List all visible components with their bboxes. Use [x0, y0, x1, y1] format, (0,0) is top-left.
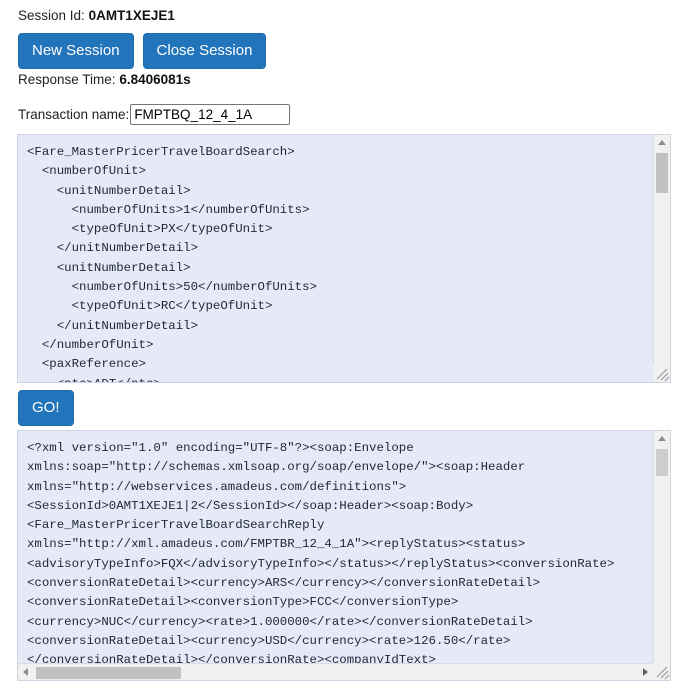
triangle-up-icon[interactable]: [654, 431, 670, 447]
new-session-button[interactable]: New Session: [18, 33, 134, 69]
response-scrollbar-thumb[interactable]: [656, 449, 668, 476]
transaction-name-row: Transaction name:: [18, 104, 291, 125]
request-xml-textarea[interactable]: <Fare_MasterPricerTravelBoardSearch> <nu…: [17, 134, 671, 383]
transaction-name-input[interactable]: [130, 104, 291, 125]
go-button[interactable]: GO!: [18, 390, 74, 426]
triangle-up-icon[interactable]: [654, 135, 670, 151]
page-root: Session Id: 0AMT1XEJE1 New Session Close…: [0, 0, 688, 689]
request-resize-grip-icon[interactable]: [653, 365, 670, 382]
triangle-right-icon[interactable]: [637, 664, 653, 680]
session-id-label: Session Id:: [18, 8, 85, 23]
response-xml-content[interactable]: <?xml version="1.0" encoding="UTF-8"?><s…: [18, 431, 667, 671]
session-id-value: 0AMT1XEJE1: [88, 8, 175, 23]
response-hscrollbar-thumb[interactable]: [36, 667, 181, 679]
session-id-line: Session Id: 0AMT1XEJE1: [18, 8, 175, 23]
session-buttons-row: New Session Close Session: [18, 33, 267, 69]
request-xml-content[interactable]: <Fare_MasterPricerTravelBoardSearch> <nu…: [18, 135, 667, 382]
response-resize-grip-icon[interactable]: [653, 663, 670, 680]
response-xml-textarea[interactable]: <?xml version="1.0" encoding="UTF-8"?><s…: [17, 430, 671, 681]
transaction-name-label: Transaction name:: [18, 107, 130, 122]
response-time-value: 6.8406081s: [119, 72, 191, 87]
response-time-line: Response Time: 6.8406081s: [18, 72, 191, 87]
close-session-button[interactable]: Close Session: [142, 33, 267, 69]
response-horizontal-scrollbar[interactable]: [18, 663, 653, 680]
response-time-label: Response Time:: [18, 72, 116, 87]
request-scrollbar-thumb[interactable]: [656, 153, 668, 193]
triangle-left-icon[interactable]: [18, 664, 34, 680]
response-vertical-scrollbar[interactable]: [653, 431, 670, 680]
request-vertical-scrollbar[interactable]: [653, 135, 670, 382]
